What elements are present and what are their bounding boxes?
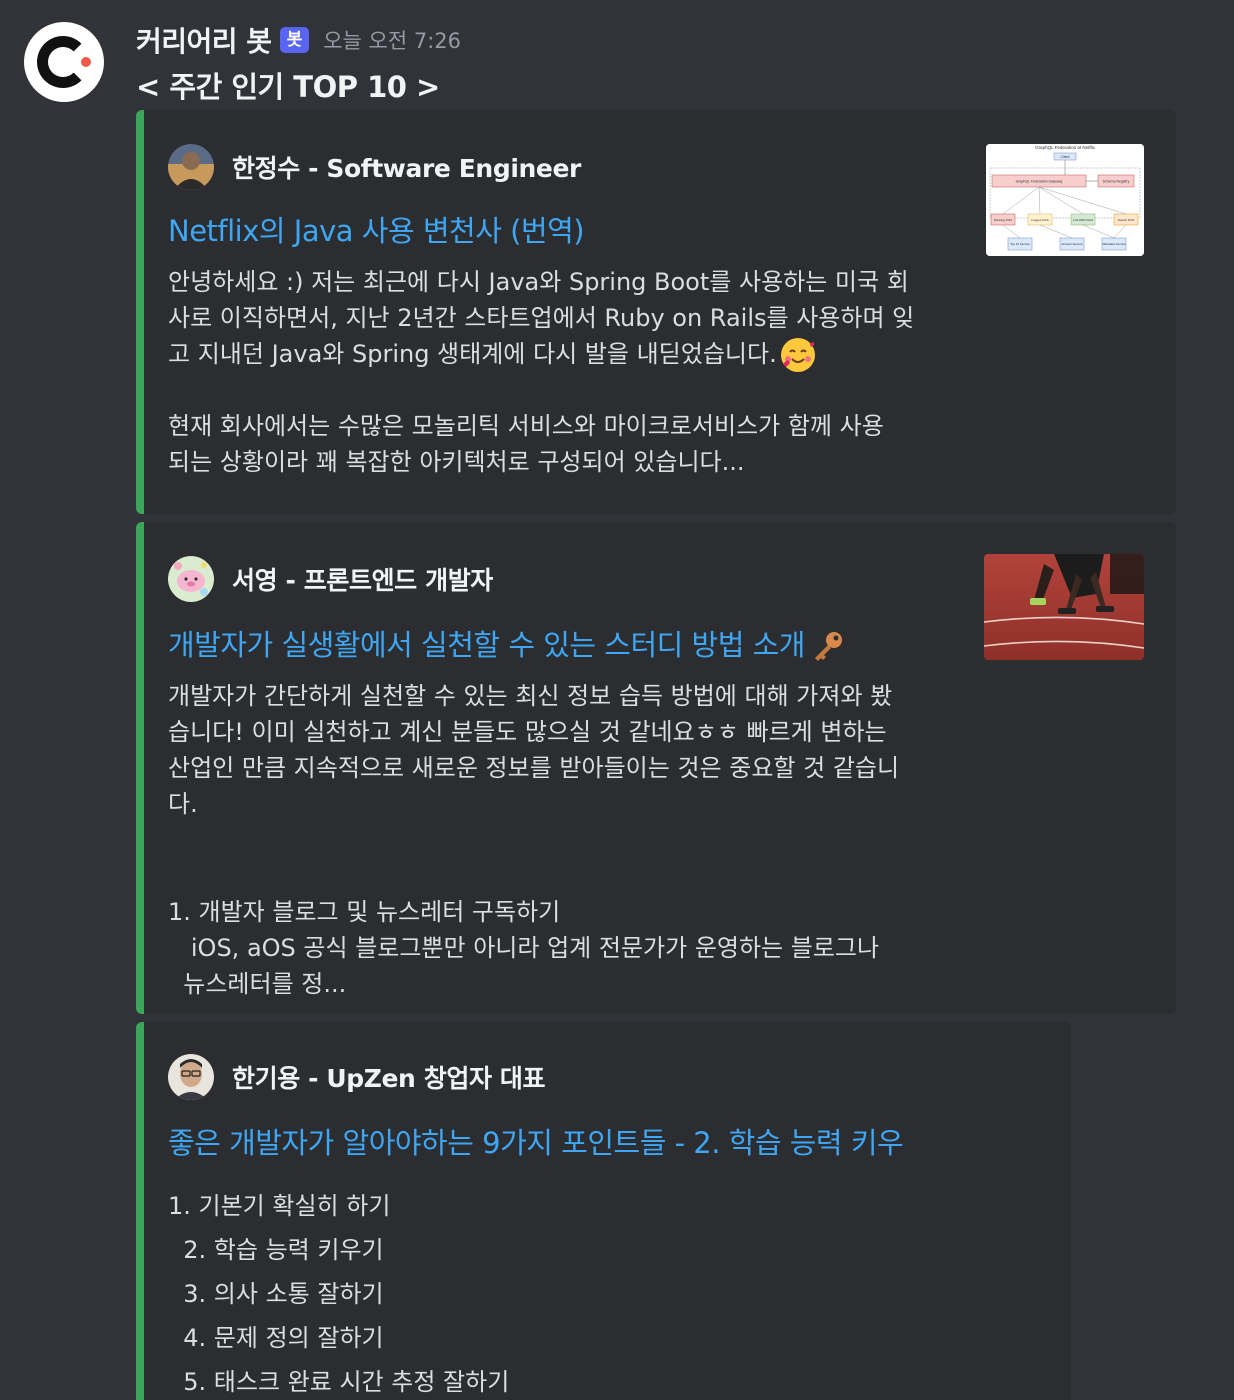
diagram-backend-3: Metadata Service [1102,242,1126,246]
careerly-logo-dot [81,57,91,67]
author-name[interactable]: 한정수 - Software Engineer [232,149,581,185]
embed-card: 서영 - 프론트엔드 개발자 개발자가 실생활에서 실천할 수 있는 스터디 방… [136,522,1176,1014]
embed-description: 1. 기본기 확실히 하기 2. 학습 능력 키우기 3. 의사 소통 잘하기 … [168,1192,510,1396]
embed-card: 한기용 - UpZen 창업자 대표 좋은 개발자가 알아야하는 9가지 포인트… [136,1022,1071,1400]
author-avatar [168,1054,214,1100]
message-title: < 주간 인기 TOP 10 > [136,70,440,104]
author-avatar [168,556,214,602]
diagram-client: Client [1061,155,1070,159]
diagram-service-3: LOLOMO DGS [1073,218,1093,222]
embed-title-link[interactable]: Netflix의 Java 사용 변천사 (번역) [168,208,585,250]
embed-title-link[interactable]: 개발자가 실생활에서 실천할 수 있는 스터디 방법 소개 [168,622,845,665]
diagram-backend-2: Artwork Service [1061,242,1082,246]
embed-card: 한정수 - Software Engineer Netflix의 Java 사용… [136,110,1176,514]
embed-description: 안녕하세요 :) 저는 최근에 다시 Java와 Spring Boot를 사용… [168,264,968,480]
key-icon [809,629,845,665]
embed-thumbnail[interactable]: GraphQL Federation at Netflix Client Gra… [986,144,1144,256]
bot-avatar[interactable] [24,22,104,102]
diagram-service-4: Search DGS [1118,218,1135,222]
embed-author: 서영 - 프론트엔드 개발자 [168,556,493,602]
diagram-service-2: Images DGS [1031,218,1048,222]
diagram-gateway: GraphQL Federation Gateway [1016,180,1063,184]
author-name[interactable]: 한기용 - UpZen 창업자 대표 [232,1059,545,1095]
author-name[interactable]: 서영 - 프론트엔드 개발자 [232,561,493,597]
embed-title-text[interactable]: 개발자가 실생활에서 실천할 수 있는 스터디 방법 소개 [168,628,806,662]
diagram-title: GraphQL Federation at Netflix [1035,145,1096,150]
embed-description: 개발자가 간단하게 실천할 수 있는 최신 정보 습득 방법에 대해 가져와 봤… [168,682,900,998]
chat-message: 커리어리 봇 봇 오늘 오전 7:26 < 주간 인기 TOP 10 > 한정수… [0,0,1234,1400]
author-avatar [168,144,214,190]
embed-thumbnail[interactable] [984,554,1144,660]
diagram-service-1: Ranking DGS [994,218,1012,222]
description-text-continued: 현재 회사에서는 수많은 모놀리틱 서비스와 마이크로서비스가 함께 사용 되는… [168,412,884,476]
embed-title-link[interactable]: 좋은 개발자가 알아야하는 9가지 포인트들 - 2. 학습 능력 키우 [168,1120,904,1162]
timestamp[interactable]: 오늘 오전 7:26 [323,25,461,55]
bot-tag: 봇 [279,27,310,53]
diagram-backend-1: Top 10 Service [1010,242,1030,246]
diagram-registry: Schema Registry [1103,180,1130,184]
username[interactable]: 커리어리 봇 [136,20,272,60]
message-header: 커리어리 봇 봇 오늘 오전 7:26 [136,20,461,60]
embed-author: 한기용 - UpZen 창업자 대표 [168,1054,545,1100]
smiling-face-with-hearts-icon [780,338,815,372]
embed-author: 한정수 - Software Engineer [168,144,581,190]
